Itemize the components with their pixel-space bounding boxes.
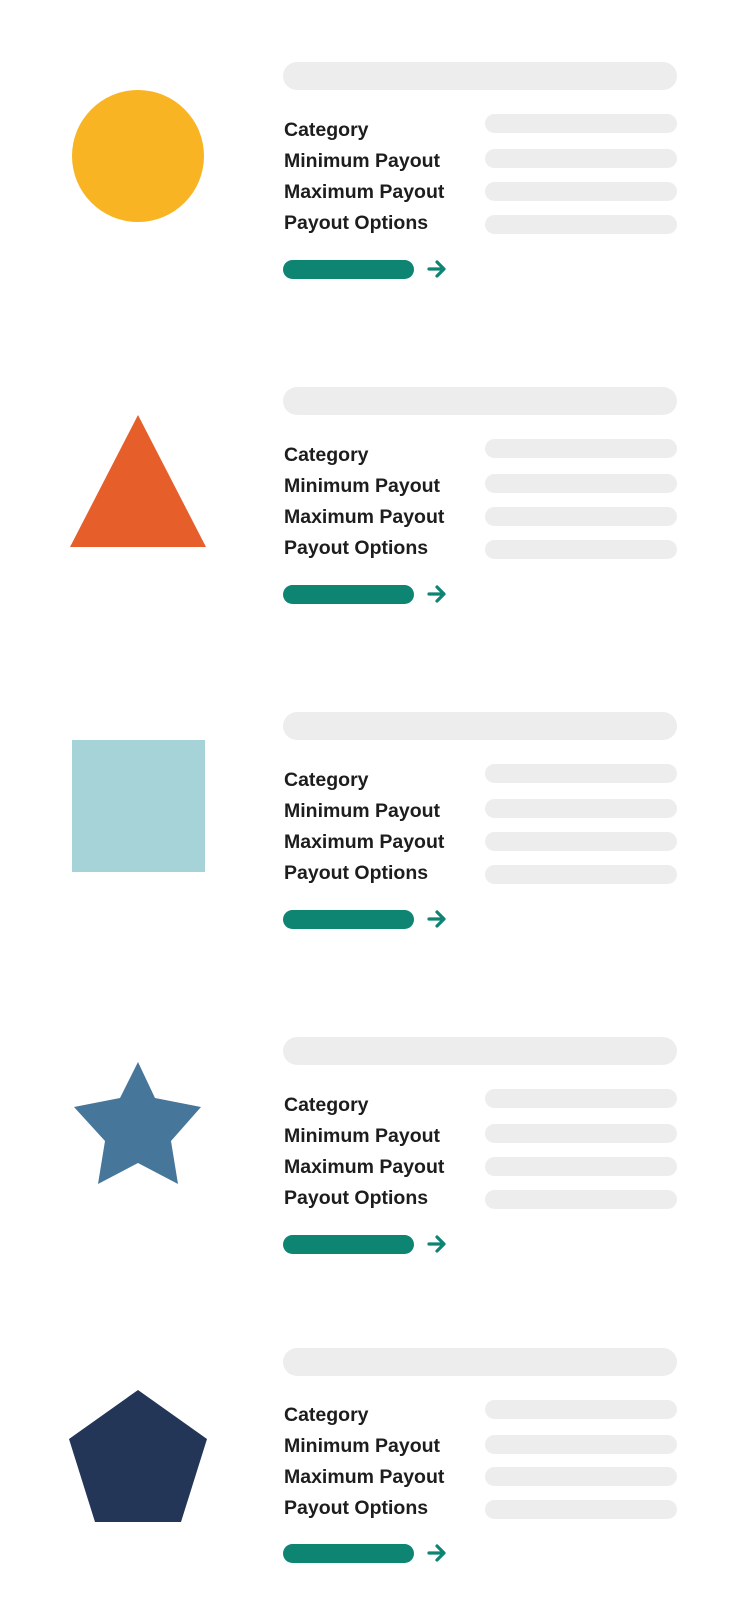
minimum-payout-value-placeholder: [485, 1435, 677, 1454]
pentagon-icon: [68, 1388, 208, 1528]
offer-card: Category Minimum Payout Maximum Payout P…: [0, 0, 750, 279]
payout-options-value-placeholder: [485, 1190, 677, 1209]
title-placeholder: [283, 1348, 677, 1376]
square-icon: [68, 738, 208, 878]
offer-card: Category Minimum Payout Maximum Payout P…: [0, 975, 750, 1254]
cta-button[interactable]: [283, 910, 414, 929]
payout-options-value-placeholder: [485, 540, 677, 559]
payout-options-value-placeholder: [485, 1500, 677, 1519]
payout-options-label: Payout Options: [284, 1497, 429, 1519]
title-placeholder: [283, 387, 677, 415]
cta-button[interactable]: [283, 1544, 414, 1563]
circle-icon: [68, 88, 208, 228]
title-placeholder: [283, 62, 677, 90]
title-placeholder: [283, 1037, 677, 1065]
title-placeholder: [283, 712, 677, 740]
category-label: Category: [284, 769, 369, 791]
category-value-placeholder: [485, 764, 677, 783]
category-label: Category: [284, 119, 369, 141]
cta-button[interactable]: [283, 260, 414, 279]
maximum-payout-label: Maximum Payout: [284, 181, 445, 203]
maximum-payout-value-placeholder: [485, 182, 677, 201]
minimum-payout-value-placeholder: [485, 149, 677, 168]
payout-options-label: Payout Options: [284, 537, 429, 559]
payout-options-label: Payout Options: [284, 1187, 429, 1209]
star-icon: [68, 1060, 208, 1200]
category-value-placeholder: [485, 1400, 677, 1419]
maximum-payout-label: Maximum Payout: [284, 506, 445, 528]
arrow-right-icon[interactable]: [426, 1542, 448, 1564]
cta-button[interactable]: [283, 585, 414, 604]
minimum-payout-label: Minimum Payout: [284, 1125, 441, 1147]
cta-button[interactable]: [283, 1235, 414, 1254]
maximum-payout-value-placeholder: [485, 507, 677, 526]
offer-card: Category Minimum Payout Maximum Payout P…: [0, 1300, 750, 1563]
minimum-payout-value-placeholder: [485, 1124, 677, 1143]
maximum-payout-value-placeholder: [485, 1467, 677, 1486]
category-value-placeholder: [485, 439, 677, 458]
maximum-payout-label: Maximum Payout: [284, 1466, 445, 1488]
maximum-payout-value-placeholder: [485, 1157, 677, 1176]
category-label: Category: [284, 1404, 369, 1426]
offer-card: Category Minimum Payout Maximum Payout P…: [0, 325, 750, 604]
minimum-payout-value-placeholder: [485, 799, 677, 818]
category-label: Category: [284, 444, 369, 466]
payout-options-value-placeholder: [485, 215, 677, 234]
arrow-right-icon[interactable]: [426, 583, 448, 605]
offer-card: Category Minimum Payout Maximum Payout P…: [0, 650, 750, 929]
triangle-icon: [68, 413, 208, 553]
arrow-right-icon[interactable]: [426, 258, 448, 280]
category-label: Category: [284, 1094, 369, 1116]
minimum-payout-label: Minimum Payout: [284, 800, 441, 822]
minimum-payout-value-placeholder: [485, 474, 677, 493]
minimum-payout-label: Minimum Payout: [284, 150, 441, 172]
arrow-right-icon[interactable]: [426, 1233, 448, 1255]
maximum-payout-label: Maximum Payout: [284, 831, 445, 853]
maximum-payout-value-placeholder: [485, 832, 677, 851]
payout-options-label: Payout Options: [284, 862, 429, 884]
arrow-right-icon[interactable]: [426, 908, 448, 930]
category-value-placeholder: [485, 1089, 677, 1108]
minimum-payout-label: Minimum Payout: [284, 475, 441, 497]
category-value-placeholder: [485, 114, 677, 133]
payout-options-label: Payout Options: [284, 212, 429, 234]
maximum-payout-label: Maximum Payout: [284, 1156, 445, 1178]
minimum-payout-label: Minimum Payout: [284, 1435, 441, 1457]
payout-options-value-placeholder: [485, 865, 677, 884]
